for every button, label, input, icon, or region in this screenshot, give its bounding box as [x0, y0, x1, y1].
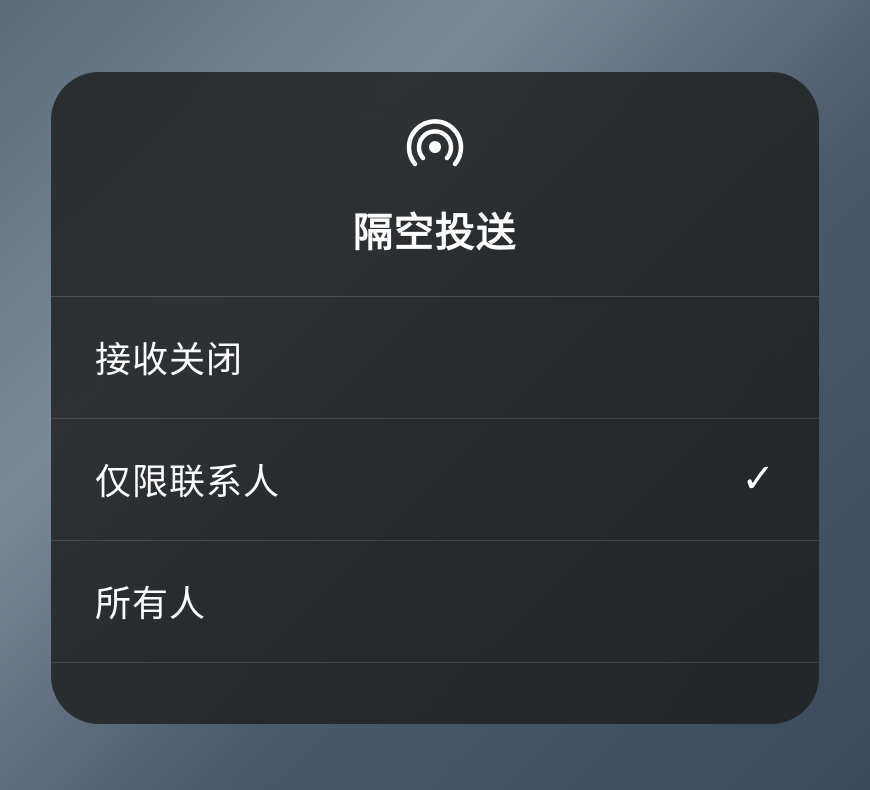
airdrop-icon [402, 110, 468, 176]
checkmark-icon: ✓ [741, 456, 775, 502]
option-label: 所有人 [95, 575, 206, 627]
airdrop-settings-panel: 隔空投送 接收关闭 ✓ 仅限联系人 ✓ 所有人 ✓ [51, 72, 819, 724]
option-contacts-only[interactable]: 仅限联系人 ✓ [51, 419, 819, 541]
panel-header: 隔空投送 [51, 72, 819, 297]
option-label: 仅限联系人 [95, 453, 280, 505]
option-receiving-off[interactable]: 接收关闭 ✓ [51, 297, 819, 419]
panel-title: 隔空投送 [353, 200, 517, 258]
option-everyone[interactable]: 所有人 ✓ [51, 541, 819, 663]
option-label: 接收关闭 [95, 331, 243, 383]
